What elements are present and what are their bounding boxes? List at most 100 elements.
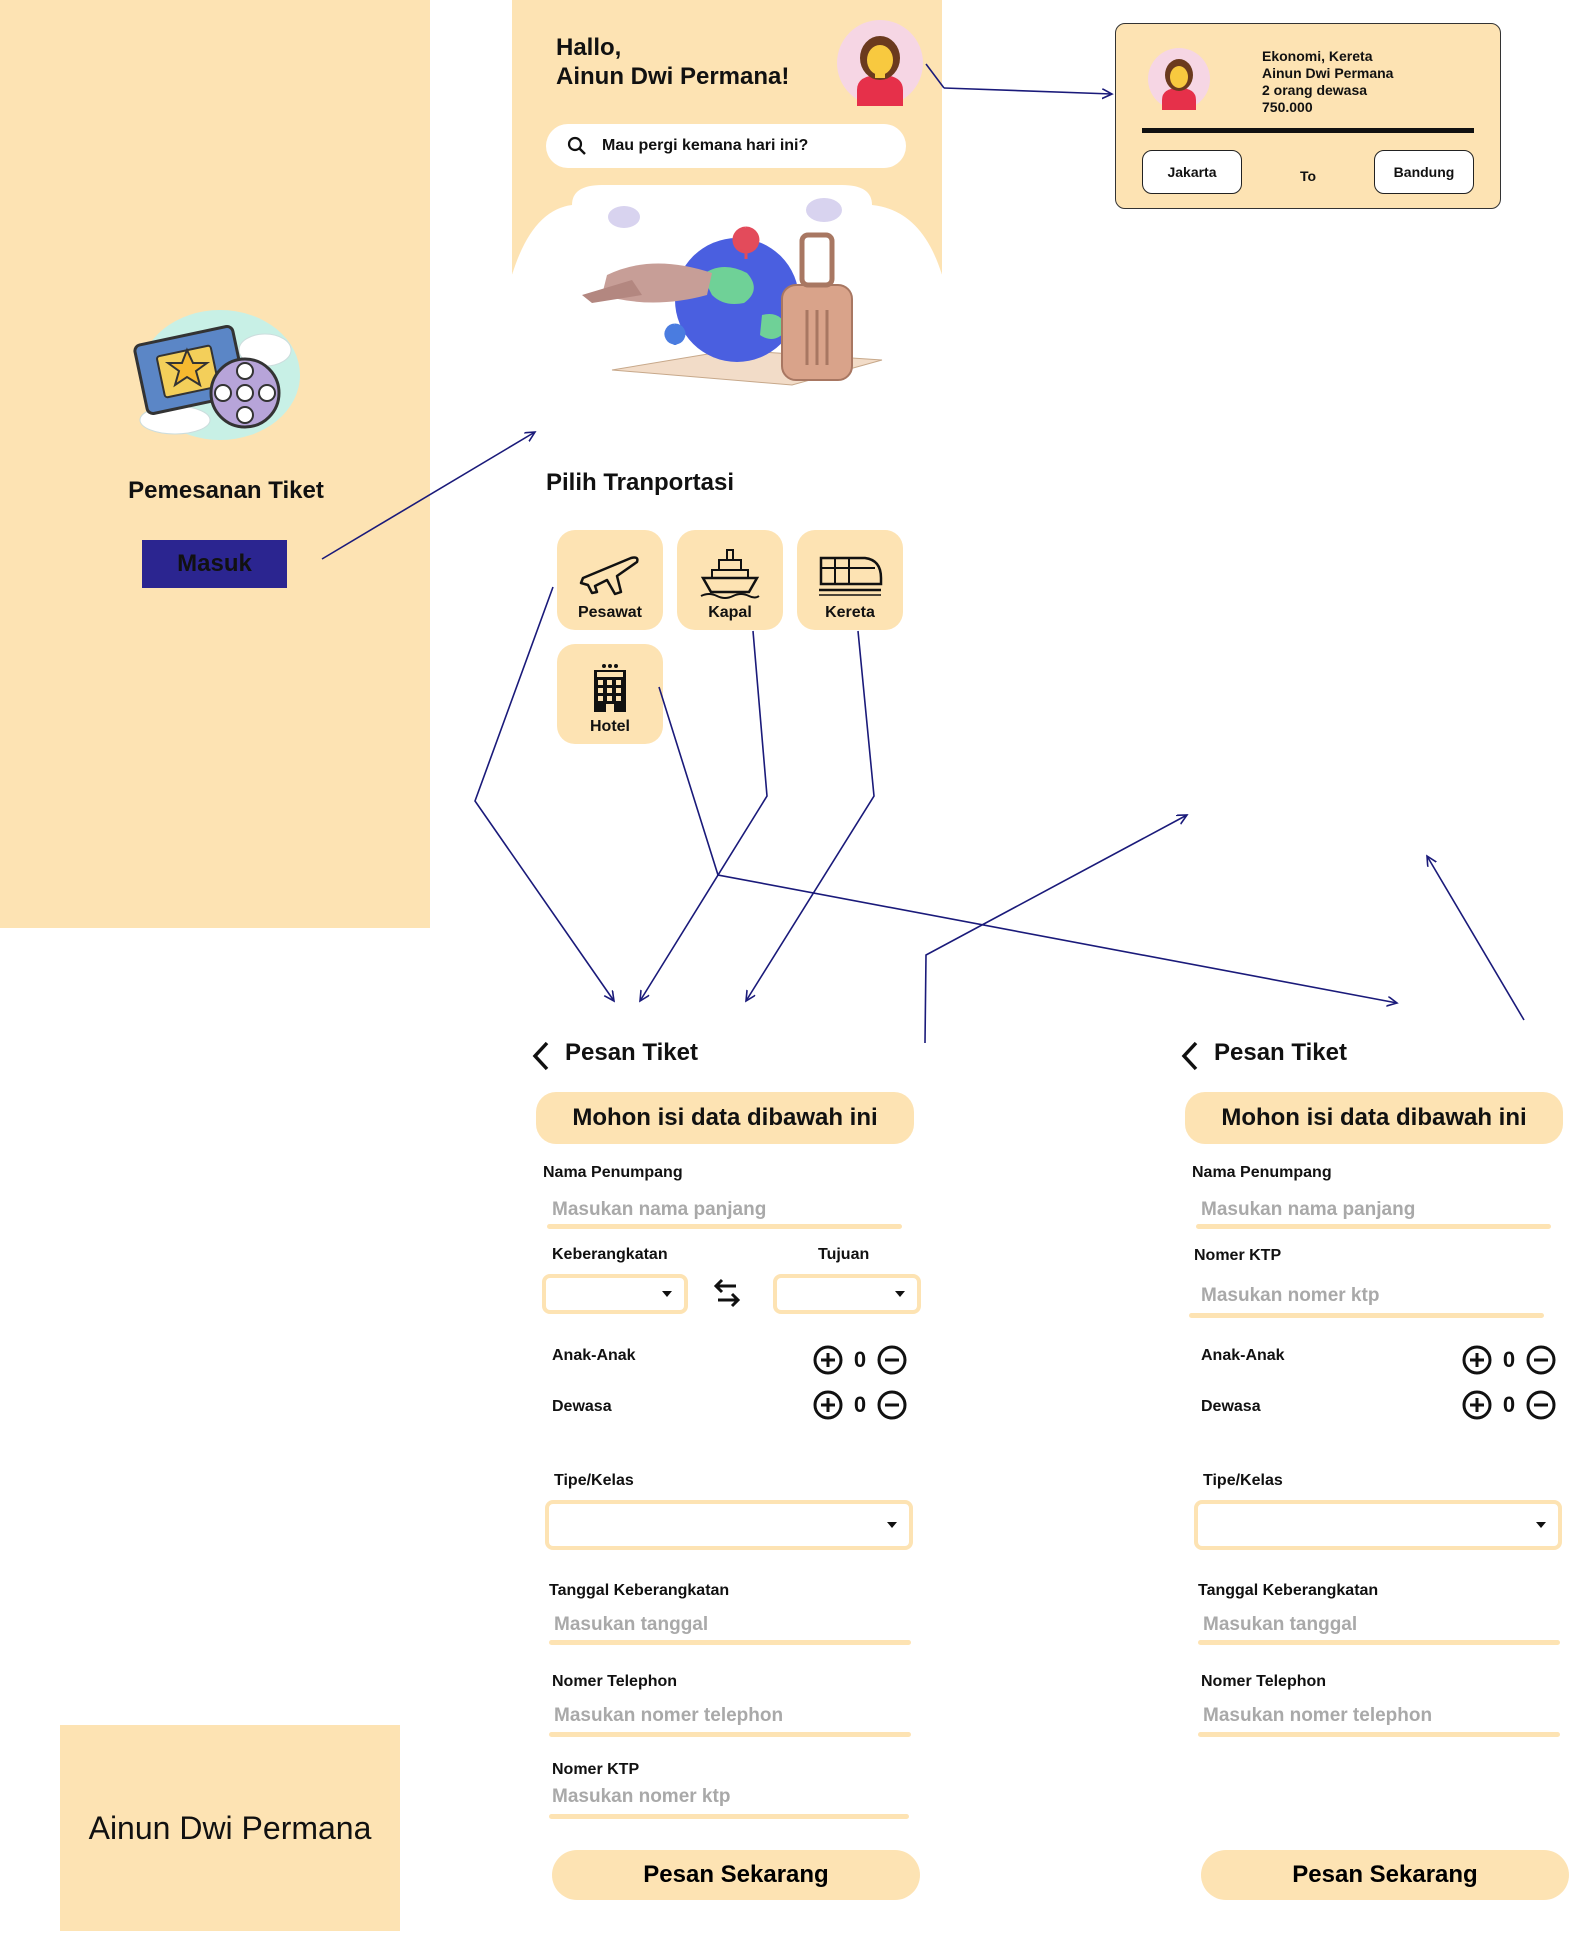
ktp-label: Nomer KTP	[552, 1761, 640, 1778]
splash-title: Pemesanan Tiket	[128, 477, 324, 504]
transport-section-title: Pilih Tranportasi	[546, 469, 735, 496]
transport-pesawat[interactable]: Pesawat	[557, 530, 663, 630]
transport-label: Kapal	[708, 604, 752, 621]
search-placeholder: Mau pergi kemana hari ini?	[602, 137, 809, 154]
class-select[interactable]	[545, 1500, 913, 1550]
date-label: Tanggal Keberangkatan	[549, 1582, 730, 1599]
children-stepper: 0	[1461, 1344, 1557, 1376]
date-input[interactable]: Masukan tanggal	[554, 1614, 708, 1636]
submit-button[interactable]: Pesan Sekarang	[1201, 1850, 1569, 1900]
class-select[interactable]	[1194, 1500, 1562, 1550]
chevron-down-icon	[887, 1522, 897, 1528]
greeting-line1: Hallo,	[556, 34, 622, 61]
transport-kereta[interactable]: Kereta	[797, 530, 903, 630]
plus-icon[interactable]	[1461, 1344, 1493, 1376]
search-input[interactable]: Mau pergi kemana hari ini?	[546, 124, 906, 168]
ticket-count: 2 orang dewasa	[1262, 82, 1368, 98]
name-underline	[547, 1224, 902, 1229]
adult-label: Dewasa	[552, 1398, 612, 1415]
page-title: Pesan Tiket	[565, 1039, 698, 1066]
chevron-down-icon	[662, 1291, 672, 1297]
transport-kapal[interactable]: Kapal	[677, 530, 783, 630]
travel-hero-illustration	[512, 185, 942, 386]
submit-button[interactable]: Pesan Sekarang	[552, 1850, 920, 1900]
date-underline	[549, 1640, 911, 1645]
date-input[interactable]: Masukan tanggal	[1203, 1614, 1357, 1636]
ktp-input[interactable]: Masukan nomer ktp	[1201, 1285, 1379, 1307]
transport-hotel[interactable]: Hotel	[557, 644, 663, 744]
name-underline	[1196, 1224, 1551, 1229]
avatar	[1148, 48, 1210, 110]
page-title: Pesan Tiket	[1214, 1039, 1347, 1066]
transport-label: Hotel	[590, 718, 630, 735]
ship-icon	[700, 549, 760, 599]
depart-label: Keberangkatan	[552, 1246, 668, 1263]
train-icon	[819, 556, 883, 596]
plus-icon[interactable]	[812, 1344, 844, 1376]
minus-icon[interactable]	[1525, 1389, 1557, 1421]
dest-select[interactable]	[773, 1274, 921, 1314]
back-arrow-icon[interactable]	[530, 1040, 552, 1072]
swap-icon[interactable]	[710, 1276, 744, 1310]
airplane-icon	[579, 556, 639, 596]
date-underline	[1198, 1640, 1560, 1645]
phone-input[interactable]: Masukan nomer telephon	[1203, 1705, 1432, 1727]
hotel-icon	[594, 664, 626, 712]
login-button[interactable]: Masuk	[142, 540, 287, 588]
ticket-divider	[1142, 128, 1474, 133]
form-banner: Mohon isi data dibawah ini	[536, 1092, 914, 1144]
children-stepper: 0	[812, 1344, 908, 1376]
splash-screen	[0, 0, 430, 928]
arrow-form1-to-ticket	[924, 815, 1187, 1044]
chevron-down-icon	[1536, 1522, 1546, 1528]
minus-icon[interactable]	[1525, 1344, 1557, 1376]
minus-icon[interactable]	[876, 1389, 908, 1421]
adult-count: 0	[1502, 1392, 1516, 1417]
ktp-underline	[549, 1814, 909, 1819]
ticket-passenger: Ainun Dwi Permana	[1262, 65, 1394, 81]
ktp-input[interactable]: Masukan nomer ktp	[552, 1786, 730, 1808]
to-label: To	[1300, 168, 1317, 184]
name-label: Nama Penumpang	[1192, 1164, 1332, 1181]
transport-label: Pesawat	[577, 604, 643, 621]
depart-select[interactable]	[542, 1274, 688, 1314]
plus-icon[interactable]	[1461, 1389, 1493, 1421]
to-city-button[interactable]: Bandung	[1374, 150, 1474, 194]
ktp-label: Nomer KTP	[1194, 1247, 1282, 1264]
children-count: 0	[1502, 1347, 1516, 1372]
search-icon	[567, 136, 586, 155]
minus-icon[interactable]	[876, 1344, 908, 1376]
phone-label: Nomer Telephon	[552, 1673, 678, 1690]
phone-underline	[1198, 1732, 1560, 1737]
arrow-avatar-to-ticket	[943, 87, 1112, 94]
name-input[interactable]: Masukan nama panjang	[1201, 1199, 1415, 1221]
author-card: Ainun Dwi Permana	[60, 1725, 400, 1931]
ktp-underline	[1189, 1313, 1544, 1318]
children-label: Anak-Anak	[552, 1347, 636, 1364]
chevron-down-icon	[895, 1291, 905, 1297]
transport-label: Kereta	[825, 604, 875, 621]
phone-underline	[549, 1732, 911, 1737]
from-city-button[interactable]: Jakarta	[1142, 150, 1242, 194]
back-arrow-icon[interactable]	[1179, 1040, 1201, 1072]
arrow-form2-to-ticket	[1427, 856, 1525, 1021]
greeting-line2: Ainun Dwi Permana!	[556, 63, 790, 90]
children-label: Anak-Anak	[1201, 1347, 1285, 1364]
adult-stepper: 0	[1461, 1389, 1557, 1421]
plus-icon[interactable]	[812, 1389, 844, 1421]
arrow-hotel-to-form	[658, 686, 1397, 1003]
arrow-kereta-to-form	[746, 630, 875, 1001]
form-banner: Mohon isi data dibawah ini	[1185, 1092, 1563, 1144]
avatar[interactable]	[837, 20, 923, 106]
phone-input[interactable]: Masukan nomer telephon	[554, 1705, 783, 1727]
name-label: Nama Penumpang	[543, 1164, 683, 1181]
class-label: Tipe/Kelas	[554, 1472, 634, 1489]
date-label: Tanggal Keberangkatan	[1198, 1582, 1379, 1599]
dest-label: Tujuan	[818, 1246, 870, 1263]
ticket-illustration-icon	[133, 310, 300, 440]
class-label: Tipe/Kelas	[1203, 1472, 1283, 1489]
name-input[interactable]: Masukan nama panjang	[552, 1199, 766, 1221]
phone-label: Nomer Telephon	[1201, 1673, 1327, 1690]
ticket-class: Ekonomi, Kereta	[1262, 48, 1373, 64]
children-count: 0	[853, 1347, 867, 1372]
